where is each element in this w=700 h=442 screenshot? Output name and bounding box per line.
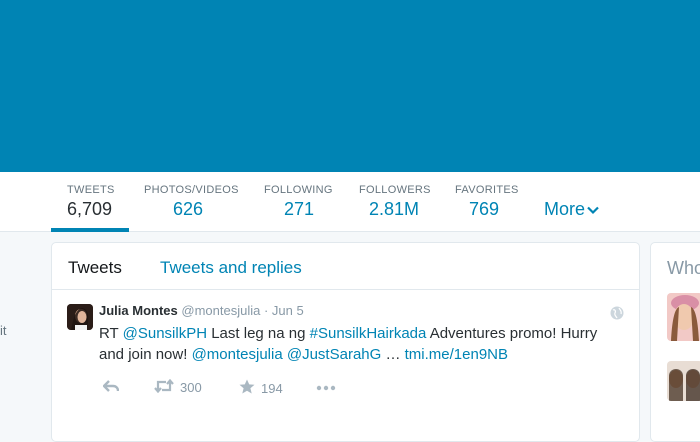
stat-tweets-label: TWEETS: [67, 184, 115, 196]
reply-button[interactable]: [102, 379, 120, 396]
stat-followers-label: FOLLOWERS: [359, 184, 431, 196]
more-icon: [316, 379, 336, 394]
mention-link[interactable]: @SunsilkPH: [123, 325, 207, 342]
tweet-text: RT @SunsilkPH Last leg na ng #SunsilkHai…: [99, 323, 619, 365]
profile-header-banner: [0, 0, 700, 172]
more-button[interactable]: More: [544, 199, 599, 220]
stat-following-value: 271: [284, 199, 315, 219]
more-actions-button[interactable]: [316, 379, 336, 394]
tab-tweets[interactable]: Tweets: [68, 258, 122, 278]
stat-followers[interactable]: FOLLOWERS 2.81M: [359, 184, 431, 220]
stat-favorites-value: 769: [469, 199, 500, 219]
stat-favorites-label: FAVORITES: [455, 184, 519, 196]
stat-followers-value: 2.81M: [369, 199, 420, 219]
tweet-text-ellipsis: …: [381, 346, 405, 363]
suggestion-avatar[interactable]: [667, 293, 700, 341]
tab-tweets-and-replies[interactable]: Tweets and replies: [160, 258, 302, 278]
tweet-header: Julia Montes @montesjulia · Jun 5: [99, 303, 304, 318]
tweet-text-rt: RT: [99, 325, 123, 342]
retweet-icon: [154, 378, 174, 396]
stat-following-label: FOLLOWING: [264, 184, 333, 196]
who-to-follow-panel: Who: [650, 242, 700, 442]
timeline: Tweets Tweets and replies Julia Montes @…: [51, 242, 640, 442]
stat-photos-videos-label: PHOTOS/VIDEOS: [144, 184, 239, 196]
tweet-author-handle[interactable]: @montesjulia: [181, 303, 260, 318]
stat-photos-videos[interactable]: PHOTOS/VIDEOS 626: [144, 184, 239, 220]
star-icon: [239, 379, 255, 397]
favorite-button[interactable]: 194: [239, 379, 283, 397]
retweet-button[interactable]: 300: [154, 378, 202, 396]
stat-photos-videos-value: 626: [173, 199, 204, 219]
left-column-text-fragment: it: [0, 323, 7, 338]
suggestion-avatar[interactable]: [667, 361, 700, 401]
tweet-text-part: Last leg na ng: [207, 325, 310, 342]
avatar[interactable]: [67, 304, 93, 330]
url-link[interactable]: tmi.me/1en9NB: [405, 346, 508, 363]
active-tab-indicator: [51, 228, 129, 232]
stat-following[interactable]: FOLLOWING 271: [264, 184, 333, 220]
chevron-down-icon: [585, 199, 599, 219]
favorite-count: 194: [261, 380, 283, 396]
mention-link[interactable]: @montesjulia: [192, 346, 283, 363]
stat-favorites[interactable]: FAVORITES 769: [455, 184, 519, 220]
tweet-author-name[interactable]: Julia Montes: [99, 303, 178, 318]
who-to-follow-title: Who: [667, 258, 700, 278]
more-label: More: [544, 199, 586, 219]
retweet-count: 300: [180, 380, 202, 395]
stat-tweets-value: 6,709: [67, 199, 113, 219]
mention-link[interactable]: @JustSarahG: [287, 346, 381, 363]
reply-icon: [102, 379, 120, 396]
timeline-tabs: Tweets Tweets and replies: [52, 243, 639, 290]
stat-tweets[interactable]: TWEETS 6,709: [67, 184, 115, 220]
tweet-timestamp[interactable]: · Jun 5: [264, 303, 304, 318]
hashtag-link[interactable]: #SunsilkHairkada: [310, 325, 427, 342]
